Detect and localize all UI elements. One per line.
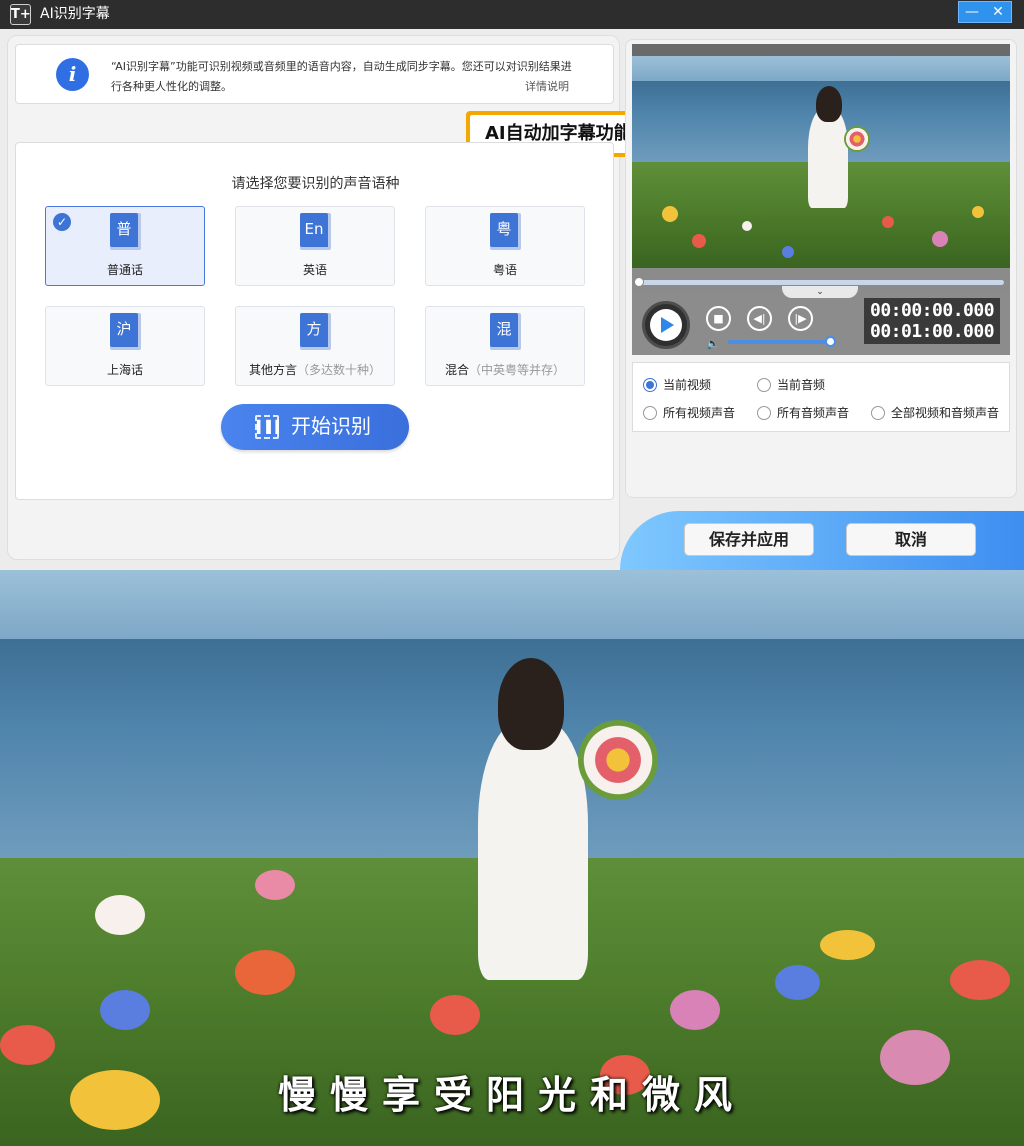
dialog-body: i “AI识别字幕”功能可识别视频或音频里的语音内容，自动生成同步字幕。您还可以… (0, 29, 1024, 570)
language-note: （多达数十种） (297, 363, 382, 377)
collapse-chevron-icon[interactable]: ⌄ (782, 286, 858, 298)
language-option-shanghainese[interactable]: 沪 上海话 (45, 306, 205, 386)
player-controls: ⌄ ■ ◀| |▶ 🔈 00:00:00.000 00:01:00.000 (632, 286, 1010, 355)
play-icon (661, 317, 674, 333)
radio-dot (757, 378, 771, 392)
volume-slider[interactable] (728, 340, 836, 344)
next-frame-button[interactable]: |▶ (788, 306, 813, 331)
previous-frame-button[interactable]: ◀| (747, 306, 772, 331)
total-time: 00:01:00.000 (870, 321, 995, 342)
book-icon: 普 (110, 213, 141, 250)
language-label: 其他方言（多达数十种） (248, 363, 382, 377)
window-title: AI识别字幕 (40, 6, 110, 22)
left-panel: i “AI识别字幕”功能可识别视频或音频里的语音内容，自动生成同步字幕。您还可以… (7, 35, 661, 560)
output-video-frame (0, 570, 1024, 1146)
save-apply-button[interactable]: 保存并应用 (684, 523, 814, 556)
language-option-cantonese[interactable]: 粤 粤语 (425, 206, 585, 286)
language-option-mixed[interactable]: 混 混合（中英粤等并存） (425, 306, 585, 386)
language-option-mandarin[interactable]: ✓ 普 普通话 (45, 206, 205, 286)
language-option-other-dialects[interactable]: 方 其他方言（多达数十种） (235, 306, 395, 386)
start-recognition-button[interactable]: ▍▌▍ 开始识别 (221, 404, 409, 450)
book-icon: 方 (300, 313, 331, 350)
book-icon: En (300, 213, 331, 250)
source-options: 当前视频 当前音频 所有视频声音 所有音频声音 全部视频和音频声音 (632, 362, 1010, 432)
video-preview: ⌄ ■ ◀| |▶ 🔈 00:00:00.000 00:01:00.000 (632, 44, 1010, 355)
minimize-button[interactable]: — (959, 2, 985, 22)
info-icon: i (56, 58, 89, 91)
right-panel: ⌄ ■ ◀| |▶ 🔈 00:00:00.000 00:01:00.000 当前… (625, 39, 1017, 498)
cancel-button[interactable]: 取消 (846, 523, 976, 556)
play-button[interactable] (642, 301, 690, 349)
language-label: 粤语 (492, 263, 517, 277)
radio-dot (643, 406, 657, 420)
start-button-label: 开始识别 (291, 414, 371, 438)
radio-dot (643, 378, 657, 392)
waveform-scan-icon: ▍▌▍ (255, 415, 285, 439)
language-option-english[interactable]: En 英语 (235, 206, 395, 286)
detail-link[interactable]: 详情说明 (525, 78, 569, 94)
volume-icon[interactable]: 🔈 (706, 337, 720, 350)
book-icon: 混 (490, 313, 521, 350)
radio-dot (871, 406, 885, 420)
radio-current-audio[interactable]: 当前音频 (757, 376, 825, 393)
radio-dot (757, 406, 771, 420)
language-label: 英语 (302, 263, 327, 277)
language-label: 普通话 (106, 263, 143, 277)
title-bar: T+ AI识别字幕 — ✕ (0, 0, 1024, 29)
radio-all-video-sound[interactable]: 所有视频声音 (643, 404, 735, 421)
timecode-display: 00:00:00.000 00:01:00.000 (864, 298, 1000, 344)
radio-all-video-and-audio[interactable]: 全部视频和音频声音 (871, 404, 999, 421)
volume-handle[interactable] (824, 336, 836, 347)
current-time: 00:00:00.000 (870, 300, 995, 321)
close-button[interactable]: ✕ (985, 2, 1011, 22)
info-text: “AI识别字幕”功能可识别视频或音频里的语音内容，自动生成同步字幕。您还可以对识… (111, 60, 572, 93)
language-panel: 请选择您要识别的声音语种 ✓ 普 普通话 En 英语 粤 粤语 沪 上海话 方 … (15, 142, 614, 500)
preview-topbar (632, 44, 1010, 56)
language-label: 上海话 (106, 363, 143, 377)
language-label: 混合（中英粤等并存） (444, 363, 566, 377)
language-prompt: 请选择您要识别的声音语种 (231, 176, 400, 192)
radio-current-video[interactable]: 当前视频 (643, 376, 711, 393)
stop-button[interactable]: ■ (706, 306, 731, 331)
info-box: i “AI识别字幕”功能可识别视频或音频里的语音内容，自动生成同步字幕。您还可以… (15, 44, 614, 104)
window-controls: — ✕ (958, 1, 1012, 23)
language-note: （中英粤等并存） (469, 363, 566, 377)
subtitle-text: 慢慢享受阳光和微风 (277, 1072, 746, 1117)
app-logo-icon: T+ (10, 4, 31, 25)
timeline-handle[interactable] (634, 277, 644, 287)
book-icon: 粤 (490, 213, 521, 250)
check-icon: ✓ (53, 213, 71, 231)
radio-all-audio-sound[interactable]: 所有音频声音 (757, 404, 849, 421)
timeline-track[interactable] (638, 280, 1004, 285)
preview-image (632, 56, 1010, 268)
book-icon: 沪 (110, 313, 141, 350)
